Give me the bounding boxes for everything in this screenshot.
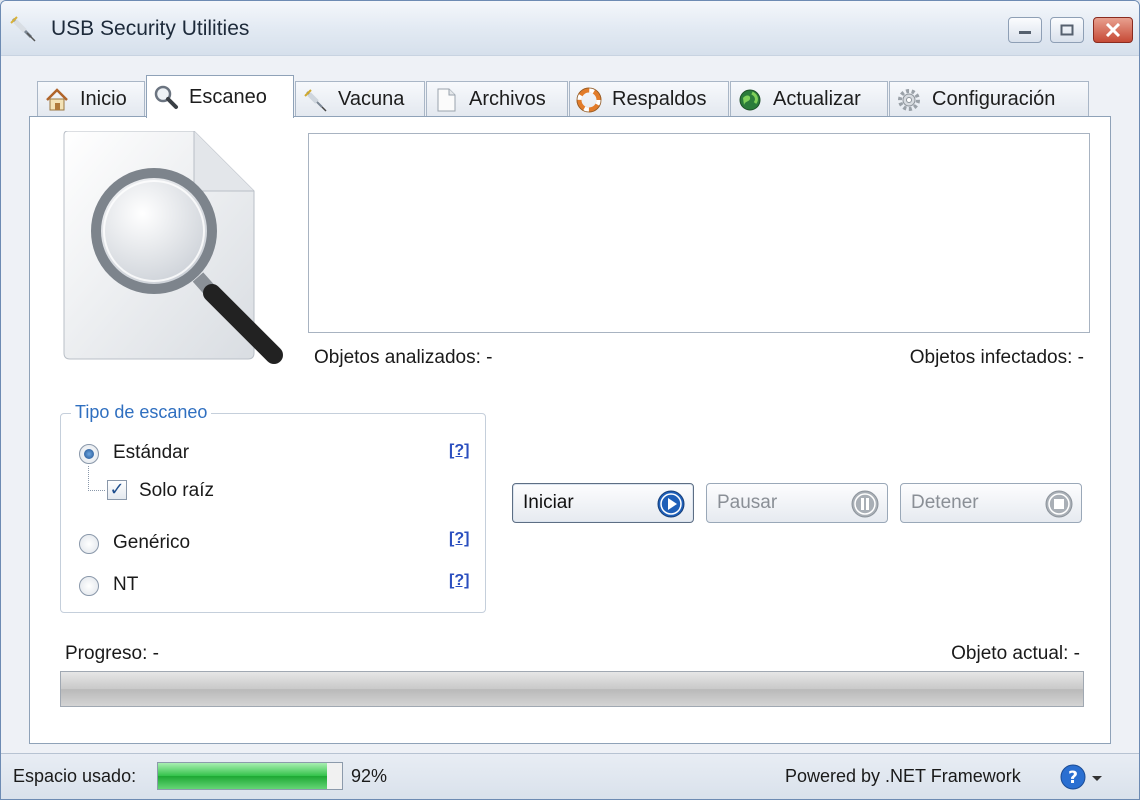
powered-by-label: Powered by .NET Framework <box>785 766 1021 786</box>
radio-generic-label: Genérico <box>113 532 191 553</box>
magnifier-icon <box>154 85 178 109</box>
dropdown-arrow-icon <box>1092 776 1102 781</box>
tab-label: Respaldos <box>612 88 707 110</box>
tab-escaneo[interactable]: Escaneo <box>146 75 294 118</box>
help-menu-button[interactable]: ? <box>1059 763 1107 791</box>
home-icon <box>46 87 68 110</box>
tab-label: Inicio <box>80 88 127 110</box>
lifebuoy-icon <box>576 87 602 112</box>
svg-text:?: ? <box>1068 768 1078 788</box>
scan-log-box[interactable] <box>308 133 1090 333</box>
scan-type-group: Tipo de escaneo Estándar [?] ✓ Solo raíz… <box>60 402 486 613</box>
radio-nt-label: NT <box>113 574 139 595</box>
tab-label: Archivos <box>469 88 546 110</box>
tab-label: Vacuna <box>338 88 405 110</box>
help-standard-link[interactable]: [?] <box>449 442 469 460</box>
objects-infected-label: Objetos infectados: - <box>909 347 1084 368</box>
tab-configuracion[interactable]: Configuración <box>889 81 1089 117</box>
pause-button-label: Pausar <box>717 492 778 513</box>
tree-connector <box>88 466 105 491</box>
scan-document-icon <box>63 131 283 364</box>
tab-actualizar[interactable]: Actualizar <box>730 81 888 117</box>
document-icon <box>437 88 456 111</box>
play-icon <box>657 490 685 518</box>
syringe-app-icon <box>10 16 36 42</box>
current-object-label: Objeto actual: - <box>951 643 1080 664</box>
radio-nt[interactable] <box>79 576 99 596</box>
help-nt-link[interactable]: [?] <box>449 572 469 590</box>
radio-standard[interactable] <box>79 444 99 464</box>
pause-button[interactable]: Pausar <box>706 483 888 523</box>
space-used-fill <box>158 763 328 789</box>
status-bar: Espacio usado: 92% Powered by .NET Frame… <box>1 753 1139 799</box>
radio-generic[interactable] <box>79 534 99 554</box>
tab-respaldos[interactable]: Respaldos <box>569 81 729 117</box>
minimize-icon <box>1019 31 1031 34</box>
space-used-label: Espacio usado: <box>13 766 137 786</box>
objects-analyzed-label: Objetos analizados: - <box>314 347 493 368</box>
maximize-icon <box>1060 24 1074 36</box>
stop-button-label: Detener <box>911 492 979 513</box>
scan-type-legend: Tipo de escaneo <box>71 402 212 423</box>
title-bar: USB Security Utilities <box>1 1 1139 56</box>
space-used-bar <box>157 762 343 790</box>
tab-label: Configuración <box>932 88 1056 110</box>
tab-label: Escaneo <box>189 85 267 108</box>
stop-button[interactable]: Detener <box>900 483 1082 523</box>
gear-icon <box>898 88 920 111</box>
space-used-percent: 92% <box>351 766 388 786</box>
tab-inicio[interactable]: Inicio <box>37 81 145 117</box>
root-only-checkbox[interactable]: ✓ <box>107 480 127 500</box>
help-generic-link[interactable]: [?] <box>449 530 469 548</box>
tab-label: Actualizar <box>773 88 861 110</box>
start-button[interactable]: Iniciar <box>512 483 694 523</box>
radio-standard-label: Estándar <box>113 442 190 463</box>
scan-progress-bar <box>60 671 1084 707</box>
scan-panel: Objetos analizados: - Objetos infectados… <box>29 116 1111 744</box>
close-icon <box>1105 23 1121 37</box>
tab-archivos[interactable]: Archivos <box>426 81 568 117</box>
window-title: USB Security Utilities <box>51 17 250 40</box>
syringe-icon <box>304 88 327 112</box>
root-only-label: Solo raíz <box>139 480 214 501</box>
maximize-button[interactable] <box>1050 17 1084 43</box>
pause-icon <box>851 490 879 518</box>
app-window: USB Security Utilities Inicio Escaneo Va… <box>0 0 1140 800</box>
tab-strip: Inicio Escaneo Vacuna Archivos Respaldos… <box>31 75 1111 118</box>
stop-icon <box>1045 490 1073 518</box>
close-button[interactable] <box>1093 17 1133 43</box>
minimize-button[interactable] <box>1008 17 1042 43</box>
start-button-label: Iniciar <box>523 492 574 513</box>
help-icon: ? <box>1060 764 1086 790</box>
tab-vacuna[interactable]: Vacuna <box>295 81 425 117</box>
progress-label: Progreso: - <box>65 643 159 664</box>
globe-icon <box>739 89 761 110</box>
